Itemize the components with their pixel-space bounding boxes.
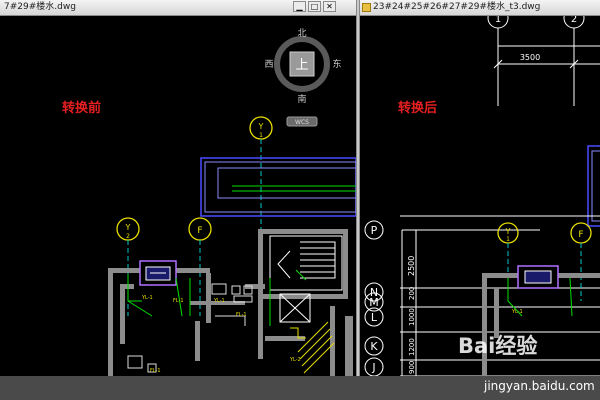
svg-text:2500: 2500 xyxy=(407,256,416,276)
minimize-button[interactable]: ▁ xyxy=(293,1,306,12)
left-window-title: 7#29#楼水.dwg xyxy=(4,2,76,12)
dwg-file-icon xyxy=(362,3,371,12)
right-drawing-canvas[interactable]: 1 2 3500 2500 200 1000 1200 900 P N M L … xyxy=(360,16,600,376)
viewcube-compass[interactable]: 上 北 南 东 西 WCS xyxy=(264,28,342,127)
svg-text:Y: Y xyxy=(505,227,511,236)
svg-text:3500: 3500 xyxy=(520,53,540,62)
stair-outline xyxy=(269,235,343,291)
svg-text:F: F xyxy=(197,226,202,236)
before-conversion-label: 转换前 xyxy=(62,101,102,116)
pipe-tag-right: YL-1 xyxy=(511,309,523,315)
close-button[interactable]: ✕ xyxy=(323,1,336,12)
svg-text:L: L xyxy=(371,311,378,324)
svg-text:FL-1: FL-1 xyxy=(173,298,184,304)
blue-beam-outline-right xyxy=(587,145,600,227)
ucs-button-label: WCS xyxy=(295,119,309,126)
svg-text:200: 200 xyxy=(408,287,416,300)
svg-text:M: M xyxy=(369,296,379,309)
compass-north-label: 北 xyxy=(297,28,306,39)
grid-bubble-right-f: F xyxy=(570,222,592,301)
left-window-titlebar[interactable]: 7#29#楼水.dwg ▁ □ ✕ xyxy=(0,0,356,16)
right-window-title: 23#24#25#26#27#29#楼水_t3.dwg xyxy=(373,2,541,12)
svg-text:P: P xyxy=(371,224,378,237)
left-drawing-window[interactable]: 7#29#楼水.dwg ▁ □ ✕ 上 北 南 东 西 WCS Y 1 Y 2 xyxy=(0,0,356,376)
compass-west-label: 西 xyxy=(264,59,273,70)
svg-text:Y: Y xyxy=(125,223,131,232)
svg-text:F: F xyxy=(578,230,583,240)
floor-plan-walls xyxy=(108,229,353,376)
svg-text:1200: 1200 xyxy=(408,338,416,356)
svg-text:YL-2: YL-2 xyxy=(289,357,301,363)
compass-east-label: 东 xyxy=(332,58,341,70)
svg-text:J: J xyxy=(371,361,375,374)
maximize-button[interactable]: □ xyxy=(308,1,321,12)
stair-hatch xyxy=(290,321,335,374)
viewcube-center-label: 上 xyxy=(295,58,308,73)
svg-text:1000: 1000 xyxy=(408,308,416,326)
water-meter-box xyxy=(139,260,177,286)
svg-text:FL-1: FL-1 xyxy=(236,312,247,318)
watermark-url: jingyan.baidu.com xyxy=(484,379,595,393)
svg-text:1: 1 xyxy=(495,16,501,25)
svg-text:Y: Y xyxy=(258,122,264,131)
svg-text:900: 900 xyxy=(408,361,416,374)
grid-bubble-top-2: 2 xyxy=(563,16,585,106)
right-window-titlebar[interactable]: 23#24#25#26#27#29#楼水_t3.dwg xyxy=(360,0,600,16)
water-meter-box-right xyxy=(517,265,559,289)
pipe-tags: YL-1 FL-1 YL-1 FL-1 YL-2 FL-1 xyxy=(141,295,301,374)
svg-text:YL-1: YL-1 xyxy=(213,298,225,304)
svg-text:1: 1 xyxy=(259,132,263,139)
baidu-jingyan-watermark-logo: Bai经验 xyxy=(458,334,538,358)
svg-text:2: 2 xyxy=(126,233,130,240)
dimension-3500: 3500 xyxy=(493,45,600,69)
svg-text:K: K xyxy=(370,340,378,353)
blue-beam-outline xyxy=(200,157,356,217)
svg-text:FL-1: FL-1 xyxy=(150,368,161,374)
svg-text:YL-1: YL-1 xyxy=(141,295,153,301)
right-drawing-window[interactable]: 23#24#25#26#27#29#楼水_t3.dwg 1 2 3500 250… xyxy=(360,0,600,376)
svg-text:2: 2 xyxy=(571,16,577,25)
svg-text:1: 1 xyxy=(506,236,510,243)
after-conversion-label: 转换后 xyxy=(398,101,438,116)
left-drawing-canvas[interactable]: 上 北 南 东 西 WCS Y 1 Y 2 F YL-1 FL-1 YL-1 F… xyxy=(0,16,356,376)
compass-south-label: 南 xyxy=(297,93,306,105)
grid-bubble-top-1: 1 xyxy=(487,16,509,106)
axis-letters: P N M L K J xyxy=(369,224,379,374)
